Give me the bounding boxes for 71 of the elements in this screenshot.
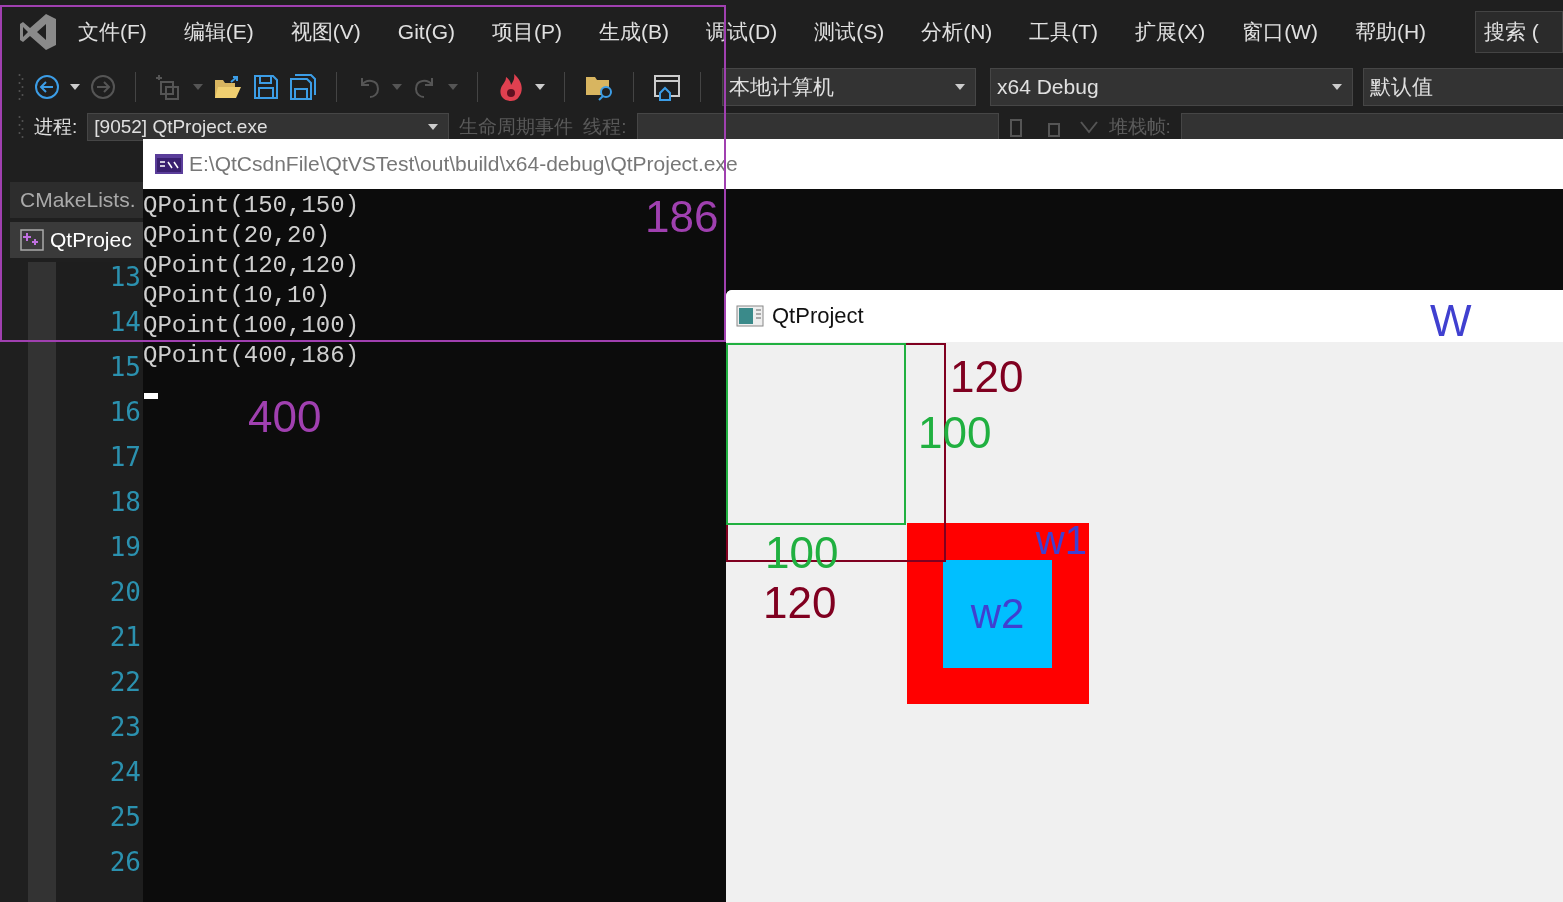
menu-item[interactable]: 分析(N)	[921, 18, 993, 46]
save-all-icon[interactable]	[289, 73, 317, 101]
debug-label: 堆栈帧:	[1108, 115, 1171, 139]
widget-label: w1	[1035, 517, 1087, 563]
grip-icon	[18, 114, 24, 140]
line-number: 21	[108, 622, 141, 652]
menu-item[interactable]: 工具(T)	[1029, 18, 1099, 46]
project-icon	[20, 229, 44, 251]
console-line: QPoint(120,120)	[143, 251, 360, 281]
window-title: QtProject	[772, 303, 864, 329]
annotation-label: 400	[248, 392, 322, 442]
menu-item[interactable]: 项目(P)	[492, 18, 562, 46]
annotation-label: W	[1430, 296, 1472, 346]
menu-item[interactable]: 生成(B)	[599, 18, 669, 46]
window-home-icon[interactable]	[653, 73, 681, 101]
stack-frame-dropdown[interactable]	[1180, 113, 1563, 141]
grip-icon	[18, 72, 24, 102]
line-number: 18	[108, 487, 141, 517]
menu-item[interactable]: 编辑(E)	[183, 18, 254, 46]
target-dropdown[interactable]: 本地计算机	[722, 68, 976, 106]
line-number: 22	[108, 667, 141, 697]
line-number: 20	[108, 577, 141, 607]
file-tab[interactable]: CMakeLists.	[10, 182, 143, 218]
menu-item[interactable]: 测试(S)	[814, 18, 885, 46]
open-folder-icon[interactable]	[213, 74, 243, 100]
line-number: 17	[108, 442, 141, 472]
logo-icon	[18, 12, 58, 52]
line-number: 24	[108, 757, 141, 787]
annotation-label: 186	[645, 192, 719, 242]
menu-item[interactable]: 帮助(H)	[1354, 18, 1427, 46]
menu-item[interactable]: 扩展(X)	[1135, 18, 1206, 46]
process-label: 进程:	[34, 115, 78, 139]
save-icon[interactable]	[253, 74, 279, 100]
flame-icon[interactable]	[497, 72, 525, 102]
process-dropdown[interactable]: [9052] QtProject.exe	[87, 113, 450, 141]
search-field[interactable]: 搜索 (	[1475, 11, 1563, 53]
debug-label: 线程:	[583, 115, 627, 139]
app-icon	[736, 305, 764, 327]
caret-icon	[955, 84, 965, 90]
console-line: QPoint(10,10)	[143, 281, 331, 311]
console-line: QPoint(400,186)	[143, 341, 360, 371]
line-number: 14	[108, 307, 141, 337]
line-number: 15	[108, 352, 141, 382]
console-line: QPoint(20,20)	[143, 221, 331, 251]
annotation-label: 120	[950, 352, 1024, 402]
line-number: 16	[108, 397, 141, 427]
menu-item[interactable]: 视图(V)	[290, 18, 361, 46]
caret-icon	[1332, 84, 1342, 90]
menu-item[interactable]: Git(G)	[397, 20, 455, 44]
debug-label: 生命周期事件	[459, 115, 574, 139]
annotation-label: 120	[763, 578, 837, 628]
configuration-dropdown[interactable]: x64 Debug	[990, 68, 1353, 106]
line-number: 19	[108, 532, 141, 562]
caret-icon[interactable]	[70, 84, 80, 90]
back-icon[interactable]	[34, 74, 60, 100]
file-tab[interactable]: QtProjec	[10, 222, 143, 258]
thread-dropdown[interactable]	[636, 113, 999, 141]
caret-icon[interactable]	[535, 84, 545, 90]
line-number: 23	[108, 712, 141, 742]
widget-label: w2	[970, 591, 1025, 637]
caret-icon	[428, 124, 439, 130]
line-number: 25	[108, 802, 141, 832]
menu-item[interactable]: 窗口(W)	[1242, 18, 1318, 46]
startup-dropdown[interactable]: 默认值	[1363, 68, 1563, 106]
line-number: 26	[108, 847, 141, 877]
console-line: QPoint(150,150)	[143, 191, 360, 221]
menu-item[interactable]: 文件(F)	[78, 18, 147, 46]
line-number: 13	[108, 262, 141, 292]
console-line: QPoint(100,100)	[143, 311, 360, 341]
text-cursor	[144, 393, 158, 399]
console-icon	[155, 154, 183, 174]
